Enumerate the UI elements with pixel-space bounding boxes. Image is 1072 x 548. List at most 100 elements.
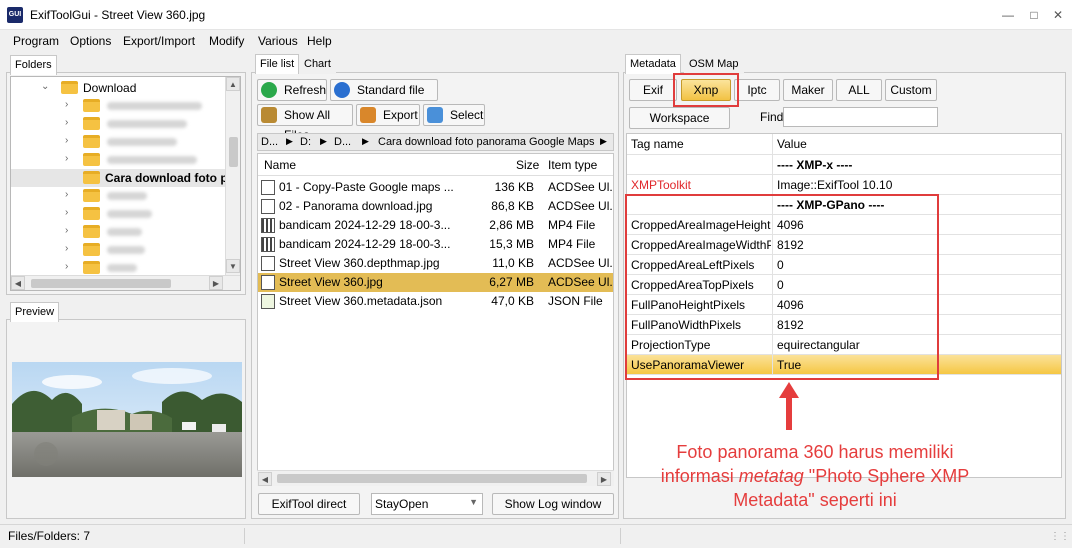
- chevron-right-icon[interactable]: ›: [65, 135, 68, 146]
- tag-name: XMPToolkit: [631, 178, 692, 192]
- blurred-label: [107, 264, 137, 272]
- file-size: 136 KB: [494, 180, 534, 194]
- breadcrumb-arrow-icon: ▶: [286, 136, 293, 146]
- table-row[interactable]: Street View 360.depthmap.jpg 11,0 KB ACD…: [258, 254, 613, 273]
- standard-file-list-button[interactable]: Standard file list: [330, 79, 438, 117]
- tree-item-blurred[interactable]: ›: [11, 187, 240, 205]
- menu-help[interactable]: Help: [307, 34, 332, 48]
- scroll-up-icon[interactable]: ▲: [226, 77, 240, 91]
- breadcrumb-item[interactable]: D...: [334, 136, 351, 148]
- table-row[interactable]: 02 - Panorama download.jpg 86,8 KB ACDSe…: [258, 197, 613, 216]
- chevron-right-icon[interactable]: ›: [65, 189, 68, 200]
- tree-horizontal-scrollbar[interactable]: ◀ ▶: [11, 275, 240, 290]
- file-name: Street View 360.jpg: [279, 275, 383, 289]
- chevron-right-icon[interactable]: ›: [65, 225, 68, 236]
- chevron-right-icon[interactable]: ›: [65, 99, 68, 110]
- chevron-right-icon[interactable]: ›: [65, 207, 68, 218]
- maximize-icon[interactable]: □: [1026, 7, 1042, 23]
- workspace-button[interactable]: Workspace: [629, 107, 730, 129]
- tree-item-label: Download: [83, 81, 137, 95]
- tree-item-selected[interactable]: Cara download foto pa: [11, 169, 240, 187]
- chevron-right-icon[interactable]: ›: [65, 153, 68, 164]
- breadcrumb-item[interactable]: D:: [300, 136, 311, 148]
- maker-button[interactable]: Maker: [783, 79, 833, 101]
- menu-program[interactable]: Program: [13, 34, 59, 48]
- annotation-line-2b: metatag: [738, 466, 804, 486]
- show-all-files-button[interactable]: Show All Files: [257, 104, 353, 142]
- tree-item-blurred[interactable]: ›: [11, 115, 240, 133]
- table-row[interactable]: 01 - Copy-Paste Google maps ... 136 KB A…: [258, 178, 613, 197]
- table-row-selected[interactable]: Street View 360.jpg 6,27 MB ACDSee Ul...: [258, 273, 613, 292]
- column-tag-name[interactable]: Tag name: [631, 137, 771, 151]
- select-button[interactable]: Select: [423, 104, 485, 126]
- tree-item-blurred[interactable]: ›: [11, 97, 240, 115]
- table-row[interactable]: ---- XMP-x ----: [627, 155, 1061, 175]
- tree-item-blurred[interactable]: ›: [11, 133, 240, 151]
- column-size[interactable]: Size: [516, 158, 539, 172]
- stay-open-select[interactable]: StayOpen ▼: [371, 493, 483, 515]
- scroll-down-icon[interactable]: ▼: [226, 259, 240, 273]
- file-name: 02 - Panorama download.jpg: [279, 199, 433, 213]
- exiftool-direct-button[interactable]: ExifTool direct: [258, 493, 360, 515]
- scroll-thumb[interactable]: [31, 279, 171, 288]
- all-button[interactable]: ALL: [836, 79, 882, 101]
- tree-item-label: Cara download foto pa: [105, 171, 235, 185]
- tree-item-blurred[interactable]: ›: [11, 241, 240, 259]
- blurred-label: [107, 120, 187, 128]
- tree-item-blurred[interactable]: ›: [11, 151, 240, 169]
- table-row[interactable]: Street View 360.metadata.json 47,0 KB JS…: [258, 292, 613, 311]
- table-row[interactable]: bandicam 2024-12-29 18-00-3... 2,86 MB M…: [258, 216, 613, 235]
- scroll-thumb[interactable]: [229, 137, 238, 167]
- highlight-box-gpano: [625, 194, 939, 380]
- menu-modify[interactable]: Modify: [209, 34, 244, 48]
- scroll-right-icon[interactable]: ▶: [209, 276, 223, 290]
- file-type: MP4 File: [548, 237, 596, 251]
- breadcrumb[interactable]: D... ▶ D: ▶ D... ▶ Cara download foto pa…: [257, 133, 614, 151]
- scroll-left-icon[interactable]: ◀: [11, 276, 25, 290]
- menu-options[interactable]: Options: [70, 34, 111, 48]
- folder-tree[interactable]: ⌄ Download › › › › Cara download foto pa…: [10, 76, 241, 291]
- file-list[interactable]: Name Size Item type 01 - Copy-Paste Goog…: [257, 153, 614, 471]
- column-item-type[interactable]: Item type: [548, 158, 597, 172]
- find-input[interactable]: [783, 107, 938, 127]
- tree-item-blurred[interactable]: ›: [11, 223, 240, 241]
- tab-osm-map[interactable]: OSM Map: [684, 54, 744, 74]
- exif-button[interactable]: Exif: [629, 79, 677, 101]
- image-file-icon: [261, 180, 275, 195]
- custom-button[interactable]: Custom: [885, 79, 937, 101]
- scroll-right-icon[interactable]: ▶: [597, 472, 611, 486]
- close-icon[interactable]: ✕: [1050, 7, 1066, 23]
- tab-preview[interactable]: Preview: [10, 302, 60, 322]
- minimize-icon[interactable]: —: [1000, 7, 1016, 23]
- scroll-thumb[interactable]: [277, 474, 587, 483]
- file-list-horizontal-scrollbar[interactable]: ◀ ▶: [257, 470, 614, 486]
- show-log-window-button[interactable]: Show Log window: [492, 493, 614, 515]
- breadcrumb-item[interactable]: D...: [261, 136, 278, 148]
- refresh-button[interactable]: Refresh: [257, 79, 327, 101]
- menu-export-import[interactable]: Export/Import: [123, 34, 195, 48]
- resize-grip-icon[interactable]: ⋮⋮: [1050, 531, 1070, 542]
- iptc-button[interactable]: Iptc: [734, 79, 780, 101]
- scroll-left-icon[interactable]: ◀: [258, 472, 272, 486]
- chevron-right-icon[interactable]: ›: [65, 243, 68, 254]
- column-name[interactable]: Name: [264, 158, 296, 172]
- tree-vertical-scrollbar[interactable]: ▲ ▼: [225, 77, 240, 275]
- table-row[interactable]: bandicam 2024-12-29 18-00-3... 15,3 MB M…: [258, 235, 613, 254]
- menu-various[interactable]: Various: [258, 34, 298, 48]
- tab-file-list[interactable]: File list: [255, 54, 300, 74]
- breadcrumb-arrow-icon[interactable]: ▶: [600, 136, 607, 147]
- export-button[interactable]: Export: [356, 104, 420, 126]
- file-name: Street View 360.metadata.json: [279, 294, 443, 308]
- chevron-right-icon[interactable]: ›: [65, 117, 68, 128]
- breadcrumb-item[interactable]: Cara download foto panorama Google Maps: [378, 136, 594, 148]
- chevron-down-icon[interactable]: ⌄: [41, 81, 49, 92]
- tab-chart[interactable]: Chart: [299, 54, 336, 74]
- chevron-right-icon[interactable]: ›: [65, 261, 68, 272]
- tab-folders[interactable]: Folders: [10, 55, 57, 75]
- tab-metadata[interactable]: Metadata: [625, 54, 681, 74]
- file-type: MP4 File: [548, 218, 596, 232]
- column-value[interactable]: Value: [777, 137, 807, 151]
- tree-item-download[interactable]: ⌄ Download: [11, 79, 240, 97]
- tree-item-blurred[interactable]: ›: [11, 205, 240, 223]
- table-row[interactable]: XMPToolkit Image::ExifTool 10.10: [627, 175, 1061, 195]
